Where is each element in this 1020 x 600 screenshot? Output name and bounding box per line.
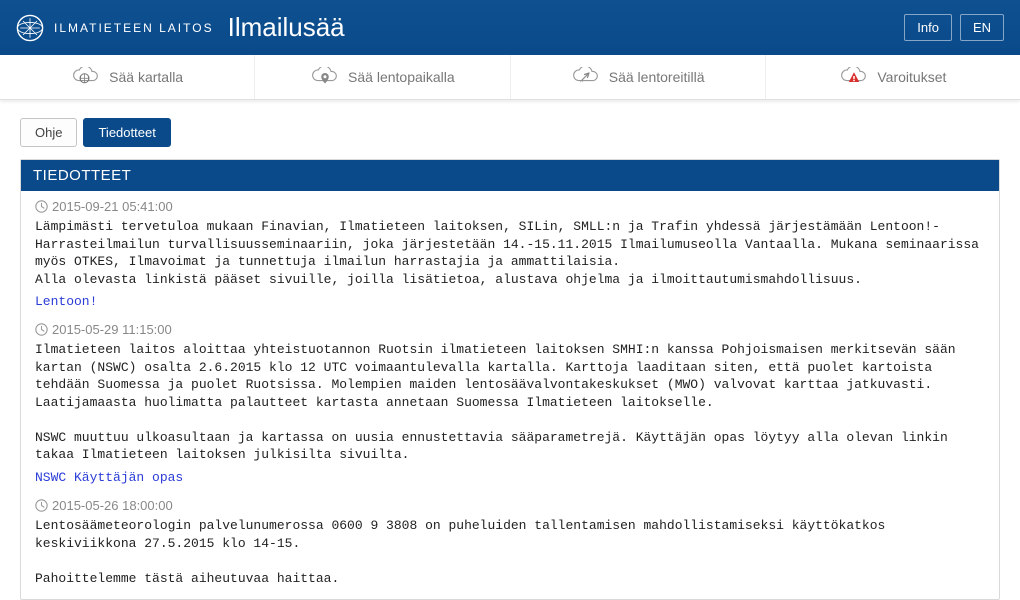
language-button[interactable]: EN <box>960 14 1004 41</box>
bulletin-entry: 2015-05-26 18:00:00 Lentosäämeteorologin … <box>21 490 999 591</box>
nav-warnings[interactable]: Varoitukset <box>765 55 1020 99</box>
fmi-logo-icon <box>16 14 44 42</box>
brand-cluster: ILMATIETEEN LAITOS <box>16 14 214 42</box>
clock-icon <box>35 323 48 336</box>
nav-weather-route[interactable]: Sää lentoreitillä <box>510 55 765 99</box>
bulletins-panel: TIEDOTTEET 2015-09-21 05:41:00 Lämpimästi… <box>20 159 1000 600</box>
nav-label: Sää lentoreitillä <box>609 69 705 85</box>
page-title: Ilmailusää <box>228 12 345 43</box>
clock-icon <box>35 499 48 512</box>
bulletin-body: Lämpimästi tervetuloa mukaan Finavian, I… <box>35 218 985 288</box>
clock-icon <box>35 200 48 213</box>
tab-help[interactable]: Ohje <box>20 118 77 147</box>
nav-label: Varoitukset <box>877 69 946 85</box>
top-bar: ILMATIETEEN LAITOS Ilmailusää Info EN <box>0 0 1020 55</box>
panel-title: TIEDOTTEET <box>21 160 999 191</box>
cloud-globe-icon <box>71 67 101 87</box>
nav-weather-map[interactable]: Sää kartalla <box>0 55 254 99</box>
main-nav: Sää kartalla Sää lentopaikalla Sää lento… <box>0 55 1020 100</box>
tab-row: Ohje Tiedotteet <box>0 100 1020 159</box>
bulletin-timestamp: 2015-05-26 18:00:00 <box>35 498 985 513</box>
cloud-warning-icon <box>839 67 869 87</box>
bulletin-timestamp: 2015-05-29 11:15:00 <box>35 322 985 337</box>
nav-label: Sää kartalla <box>109 69 183 85</box>
bulletin-body: Lentosäämeteorologin palvelunumerossa 06… <box>35 517 985 587</box>
bulletin-link[interactable]: Lentoon! <box>35 294 97 309</box>
bulletin-entry: 2015-05-29 11:15:00 Ilmatieteen laitos al… <box>21 314 999 490</box>
nav-weather-airport[interactable]: Sää lentopaikalla <box>254 55 509 99</box>
brand-text: ILMATIETEEN LAITOS <box>54 21 214 35</box>
bulletin-link[interactable]: NSWC Käyttäjän opas <box>35 470 183 485</box>
info-button[interactable]: Info <box>904 14 952 41</box>
nav-label: Sää lentopaikalla <box>348 69 455 85</box>
cloud-pin-icon <box>310 67 340 87</box>
bulletin-entry: 2015-09-21 05:41:00 Lämpimästi tervetuloa… <box>21 191 999 314</box>
bulletin-body: Ilmatieteen laitos aloittaa yhteistuotan… <box>35 341 985 464</box>
bulletin-timestamp: 2015-09-21 05:41:00 <box>35 199 985 214</box>
cloud-plane-icon <box>571 67 601 87</box>
tab-bulletins[interactable]: Tiedotteet <box>83 118 170 147</box>
